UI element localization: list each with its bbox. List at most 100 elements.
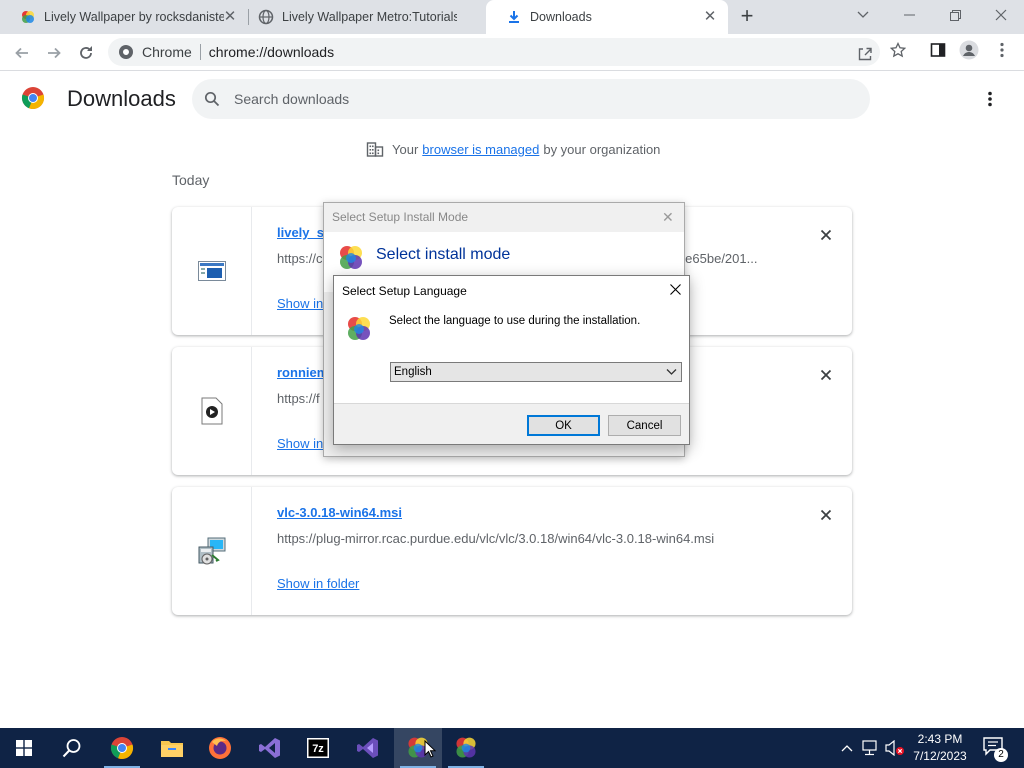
browser-toolbar: Chrome chrome://downloads bbox=[0, 34, 1024, 71]
back-button[interactable] bbox=[8, 39, 36, 67]
new-tab-button[interactable]: + bbox=[736, 5, 758, 28]
ok-button[interactable]: OK bbox=[527, 415, 600, 436]
managed-suffix: by your organization bbox=[543, 141, 661, 157]
notification-count-badge: 2 bbox=[994, 748, 1008, 762]
lively-logo-icon bbox=[348, 317, 370, 340]
omnibox-divider bbox=[199, 44, 201, 60]
page-title: Downloads bbox=[67, 86, 176, 111]
tab-title: Downloads bbox=[530, 10, 592, 24]
file-name-link[interactable]: lively_se bbox=[277, 225, 325, 240]
clock-date: 7/12/2023 bbox=[913, 749, 967, 763]
dialog-heading: Select install mode bbox=[376, 246, 511, 263]
profile-avatar-icon[interactable] bbox=[959, 40, 979, 60]
language-select[interactable]: English bbox=[390, 362, 682, 382]
video-file-icon bbox=[201, 397, 222, 425]
url-text[interactable]: chrome://downloads bbox=[209, 44, 334, 60]
file-icon-column bbox=[172, 487, 252, 615]
restore-button[interactable] bbox=[932, 0, 978, 30]
bookmark-star-icon[interactable] bbox=[888, 40, 908, 60]
lively-icon bbox=[22, 11, 34, 23]
date-section-heading: Today bbox=[172, 172, 210, 188]
close-dialog-icon[interactable]: ✕ bbox=[662, 209, 674, 226]
file-name-link[interactable]: ronniem bbox=[277, 365, 325, 380]
lively-setup-taskbar-icon[interactable] bbox=[394, 728, 442, 768]
close-tab-icon[interactable]: ✕ bbox=[222, 9, 238, 25]
managed-prefix: Your bbox=[392, 141, 419, 157]
clock-time: 2:43 PM bbox=[917, 732, 963, 746]
search-box[interactable] bbox=[192, 79, 870, 119]
forward-arrow-icon bbox=[48, 47, 61, 59]
visual-studio-code-icon[interactable] bbox=[246, 728, 294, 768]
search-icon bbox=[204, 91, 220, 107]
tab-title: Lively Wallpaper by rocksdanister bbox=[44, 10, 224, 24]
system-clock[interactable]: 2:43 PM 7/12/2023 bbox=[906, 731, 974, 765]
dialog-divider bbox=[334, 403, 689, 404]
file-explorer-icon[interactable] bbox=[148, 728, 196, 768]
tab-search-chevron-icon[interactable] bbox=[840, 0, 886, 30]
firefox-icon[interactable] bbox=[196, 728, 244, 768]
close-tab-icon[interactable]: ✕ bbox=[702, 9, 718, 25]
tab-lively-metro[interactable]: Lively Wallpaper Metro:Tutorials bbox=[238, 0, 488, 34]
chevron-down-icon bbox=[666, 369, 677, 375]
dialog-caption: Select Setup Install Mode bbox=[332, 210, 469, 224]
search-icon[interactable] bbox=[48, 728, 96, 768]
reload-button[interactable] bbox=[72, 39, 100, 67]
lively-logo-icon bbox=[340, 246, 362, 269]
site-label: Chrome bbox=[142, 44, 192, 60]
chrome-icon bbox=[119, 45, 133, 59]
tab-strip: Lively Wallpaper by rocksdanister ✕ Live… bbox=[0, 0, 1024, 34]
address-bar[interactable]: Chrome chrome://downloads bbox=[108, 38, 880, 66]
dialog-caption: Select Setup Language bbox=[342, 284, 467, 298]
file-icon-column bbox=[172, 207, 252, 335]
svg-text:7z: 7z bbox=[312, 743, 324, 755]
show-in-folder-link[interactable]: Show in bbox=[277, 436, 323, 451]
selected-language: English bbox=[394, 366, 432, 378]
installer-icon bbox=[197, 261, 226, 281]
windows-taskbar: 7z 2:43 PM 7/12/2023 2 bbox=[0, 728, 1024, 768]
show-in-folder-link[interactable]: Show in bbox=[277, 296, 323, 311]
mouse-cursor-icon bbox=[424, 740, 436, 758]
search-input[interactable] bbox=[234, 91, 794, 107]
network-icon[interactable] bbox=[860, 728, 882, 768]
downloads-header: Downloads bbox=[0, 72, 1024, 126]
tab-lively-wallpaper[interactable]: Lively Wallpaper by rocksdanister ✕ bbox=[0, 0, 248, 34]
download-icon bbox=[509, 11, 519, 23]
file-url: https://plug-mirror.rcac.purdue.edu/vlc/… bbox=[277, 531, 715, 546]
show-in-folder-link[interactable]: Show in folder bbox=[277, 576, 359, 591]
globe-icon bbox=[258, 9, 274, 25]
file-url-start: https://c bbox=[277, 251, 323, 266]
side-panel-icon[interactable] bbox=[928, 40, 948, 60]
tab-title: Lively Wallpaper Metro:Tutorials bbox=[282, 10, 457, 24]
dialog-prompt: Select the language to use during the in… bbox=[389, 315, 641, 327]
volume-muted-icon[interactable] bbox=[884, 728, 906, 768]
remove-item-icon[interactable] bbox=[816, 225, 836, 245]
7zip-icon[interactable]: 7z bbox=[294, 728, 342, 768]
visual-studio-icon[interactable] bbox=[344, 728, 392, 768]
windows-start-icon[interactable] bbox=[0, 728, 48, 768]
show-hidden-icons-chevron-icon[interactable] bbox=[838, 728, 856, 768]
tab-downloads[interactable]: Downloads ✕ bbox=[486, 0, 728, 34]
dialog-body: Select the language to use during the in… bbox=[334, 304, 689, 403]
share-icon[interactable] bbox=[855, 44, 875, 64]
remove-item-icon[interactable] bbox=[816, 505, 836, 525]
file-name-link[interactable]: vlc-3.0.18-win64.msi bbox=[277, 505, 402, 520]
action-center-icon[interactable]: 2 bbox=[982, 736, 1008, 762]
chrome-menu-icon[interactable] bbox=[992, 40, 1012, 60]
forward-button[interactable] bbox=[40, 39, 68, 67]
chrome-taskbar-icon[interactable] bbox=[98, 728, 146, 768]
site-info-chip[interactable]: Chrome bbox=[108, 44, 192, 60]
minimize-button[interactable] bbox=[886, 0, 932, 30]
remove-item-icon[interactable] bbox=[816, 365, 836, 385]
setup-language-dialog: Select Setup Language Select the languag… bbox=[333, 275, 690, 445]
reload-icon bbox=[80, 46, 92, 59]
managed-notice: Your browser is managed by your organiza… bbox=[366, 140, 660, 158]
cancel-button[interactable]: Cancel bbox=[608, 415, 681, 436]
download-item: vlc-3.0.18-win64.msi https://plug-mirror… bbox=[172, 487, 852, 615]
browser-managed-link[interactable]: browser is managed bbox=[422, 142, 539, 157]
lively-setup-taskbar-icon[interactable] bbox=[442, 728, 490, 768]
close-dialog-icon[interactable] bbox=[666, 280, 684, 298]
downloads-menu-icon[interactable] bbox=[979, 88, 1001, 110]
file-icon-column bbox=[172, 347, 252, 475]
chrome-logo-icon bbox=[21, 87, 45, 109]
close-window-button[interactable] bbox=[978, 0, 1024, 30]
